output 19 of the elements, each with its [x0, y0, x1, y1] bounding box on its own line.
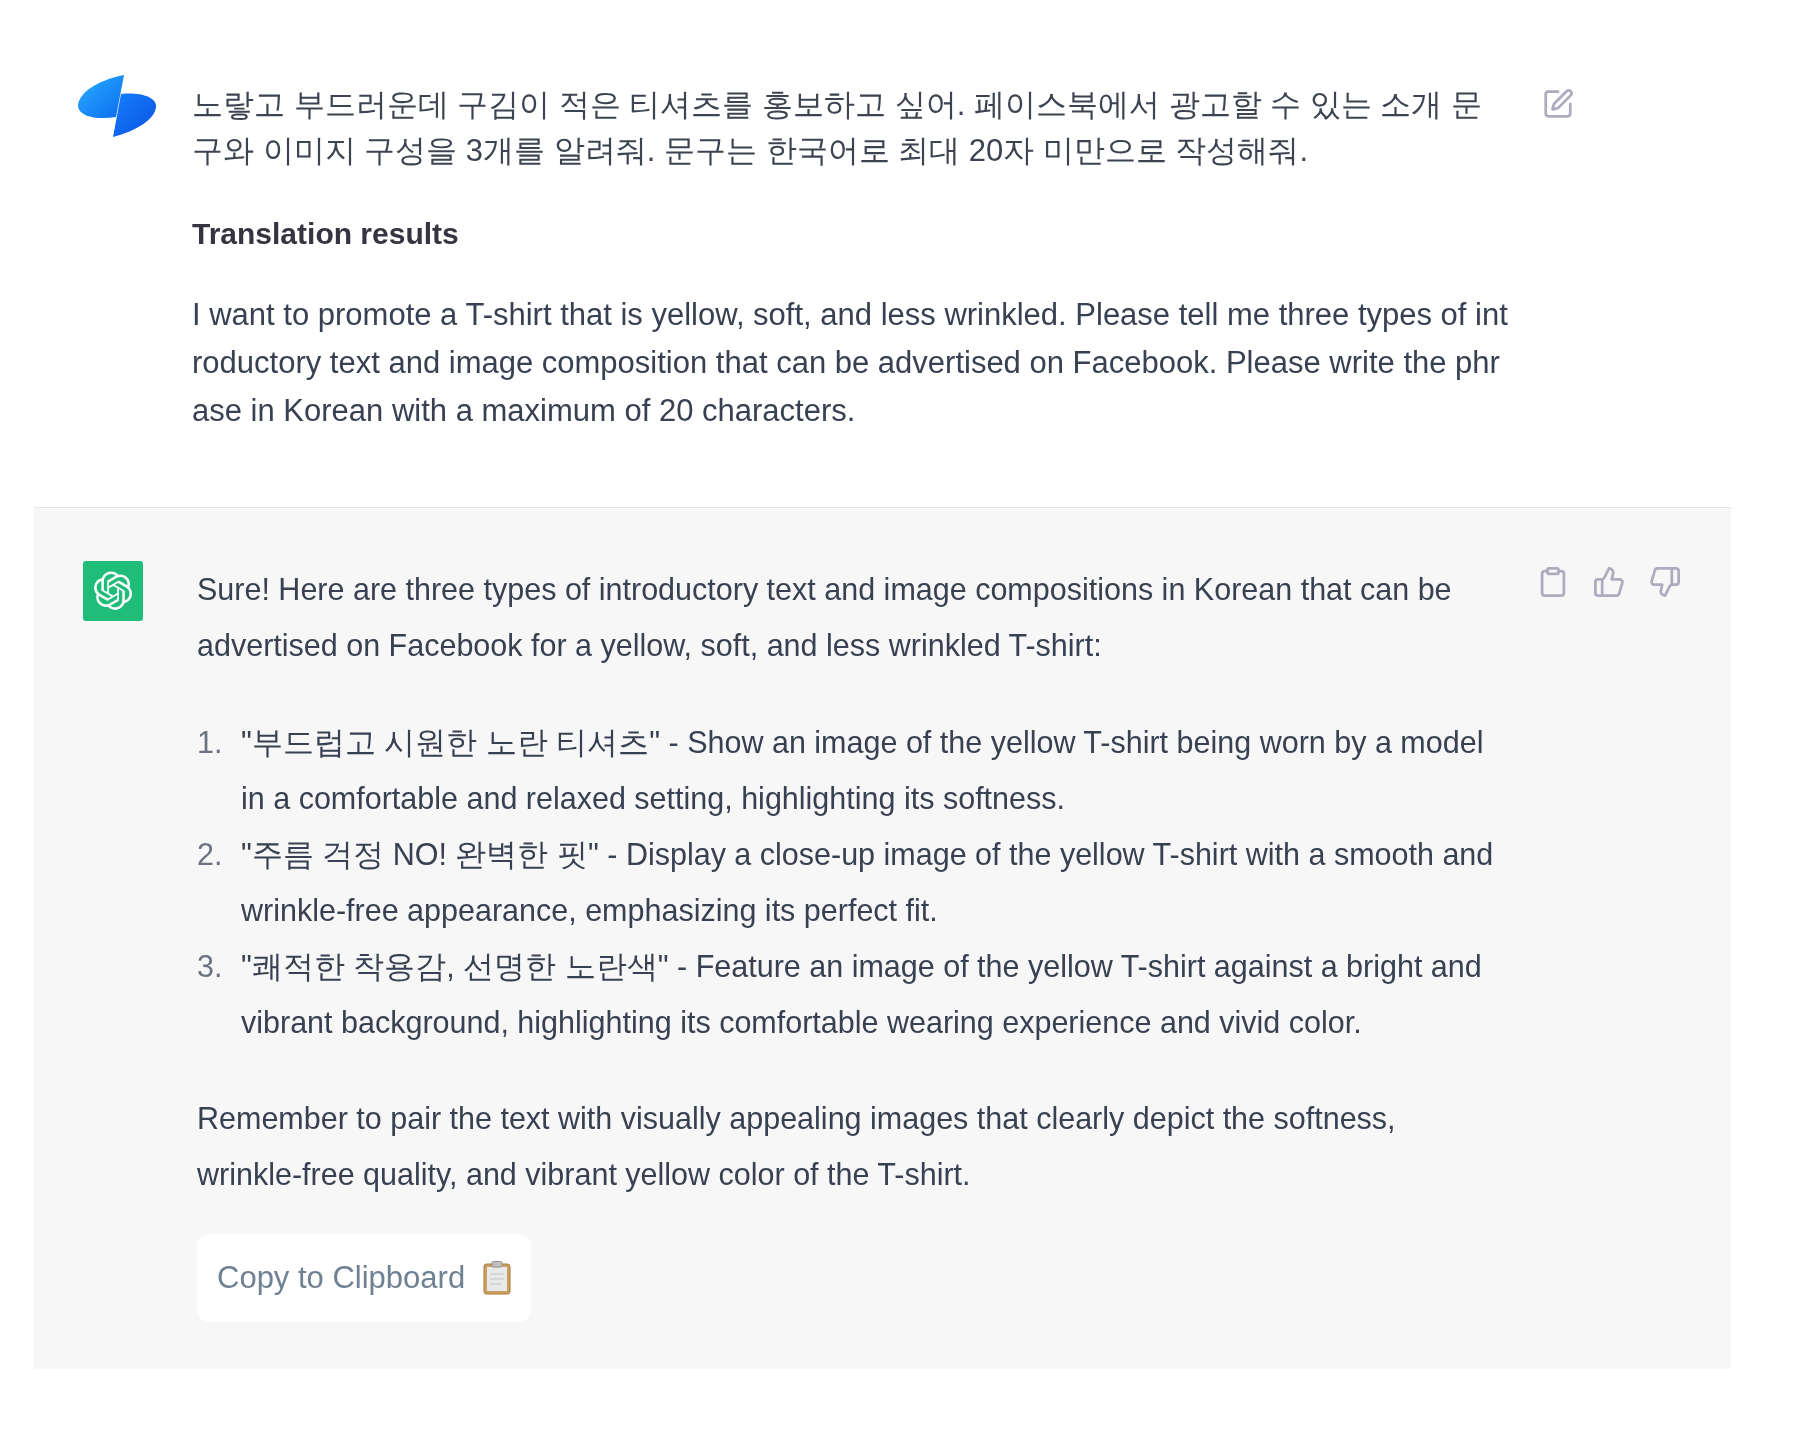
- list-number: 1.: [197, 724, 224, 761]
- list-number: 2.: [197, 836, 224, 873]
- thumbs-up-icon: [1594, 567, 1624, 597]
- translation-heading: Translation results: [192, 216, 459, 252]
- response-intro: Sure! Here are three types of introductory text and image compositions in Korean that can be advertised on Facebook for a yellow, soft, and less wrinkled T-shirt:: [197, 571, 1453, 665]
- response-closing: Remember to pair the text with visually appealing images that clearly depict the softness, wrinkle-free quality, and vibrant yellow color of the T-shirt.: [197, 1100, 1397, 1194]
- list-number: 3.: [197, 948, 224, 985]
- list-item-text: "부드럽고 시원한 노란 티셔츠" - Show an image of the yellow T-shirt being worn by a model in a comfortable and relaxed setting, highlighting its softness.: [241, 724, 1485, 818]
- message-text: 노랗고 부드러운데 구김이 적은 티셔츠를 홍보하고 싶어. 페이스북에서 광고할 수 있는 소개 문구와 이미지 구성을 3개를 알려줘. 문구는 한국어로 최대 20자 미만으로 작성해줘.: [192, 86, 1483, 170]
- list-item-text: "주름 걱정 NO! 완벽한 핏" - Display a close-up image of the yellow T-shirt with a smooth and wrinkle-free appearance, emphasizing its perfect fit.: [241, 836, 1495, 930]
- translation-text: I want to promote a T-shirt that is yellow, soft, and less wrinkled. Please tell me three types of introductory text and image composition that can be advertised on Facebook. Please write the phrase in Korean with a maximum of 20 characters.: [192, 296, 1509, 430]
- edit-icon: [1543, 89, 1573, 119]
- knot-logo-icon: [83, 561, 143, 621]
- clipboard-icon: [1538, 567, 1568, 597]
- list-item-text: "쾌적한 착용감, 선명한 노란색" - Feature an image of the yellow T-shirt against a bright and vibrant background, highlighting its comfortable wearing experience and vivid color.: [241, 948, 1483, 1042]
- leaf-logo-icon: [78, 75, 156, 137]
- thumbs-down-icon: [1650, 567, 1680, 597]
- clipboard-icon: [483, 1261, 512, 1295]
- copy-to-clipboard-button[interactable]: Copy to Clipboard: [197, 1234, 532, 1322]
